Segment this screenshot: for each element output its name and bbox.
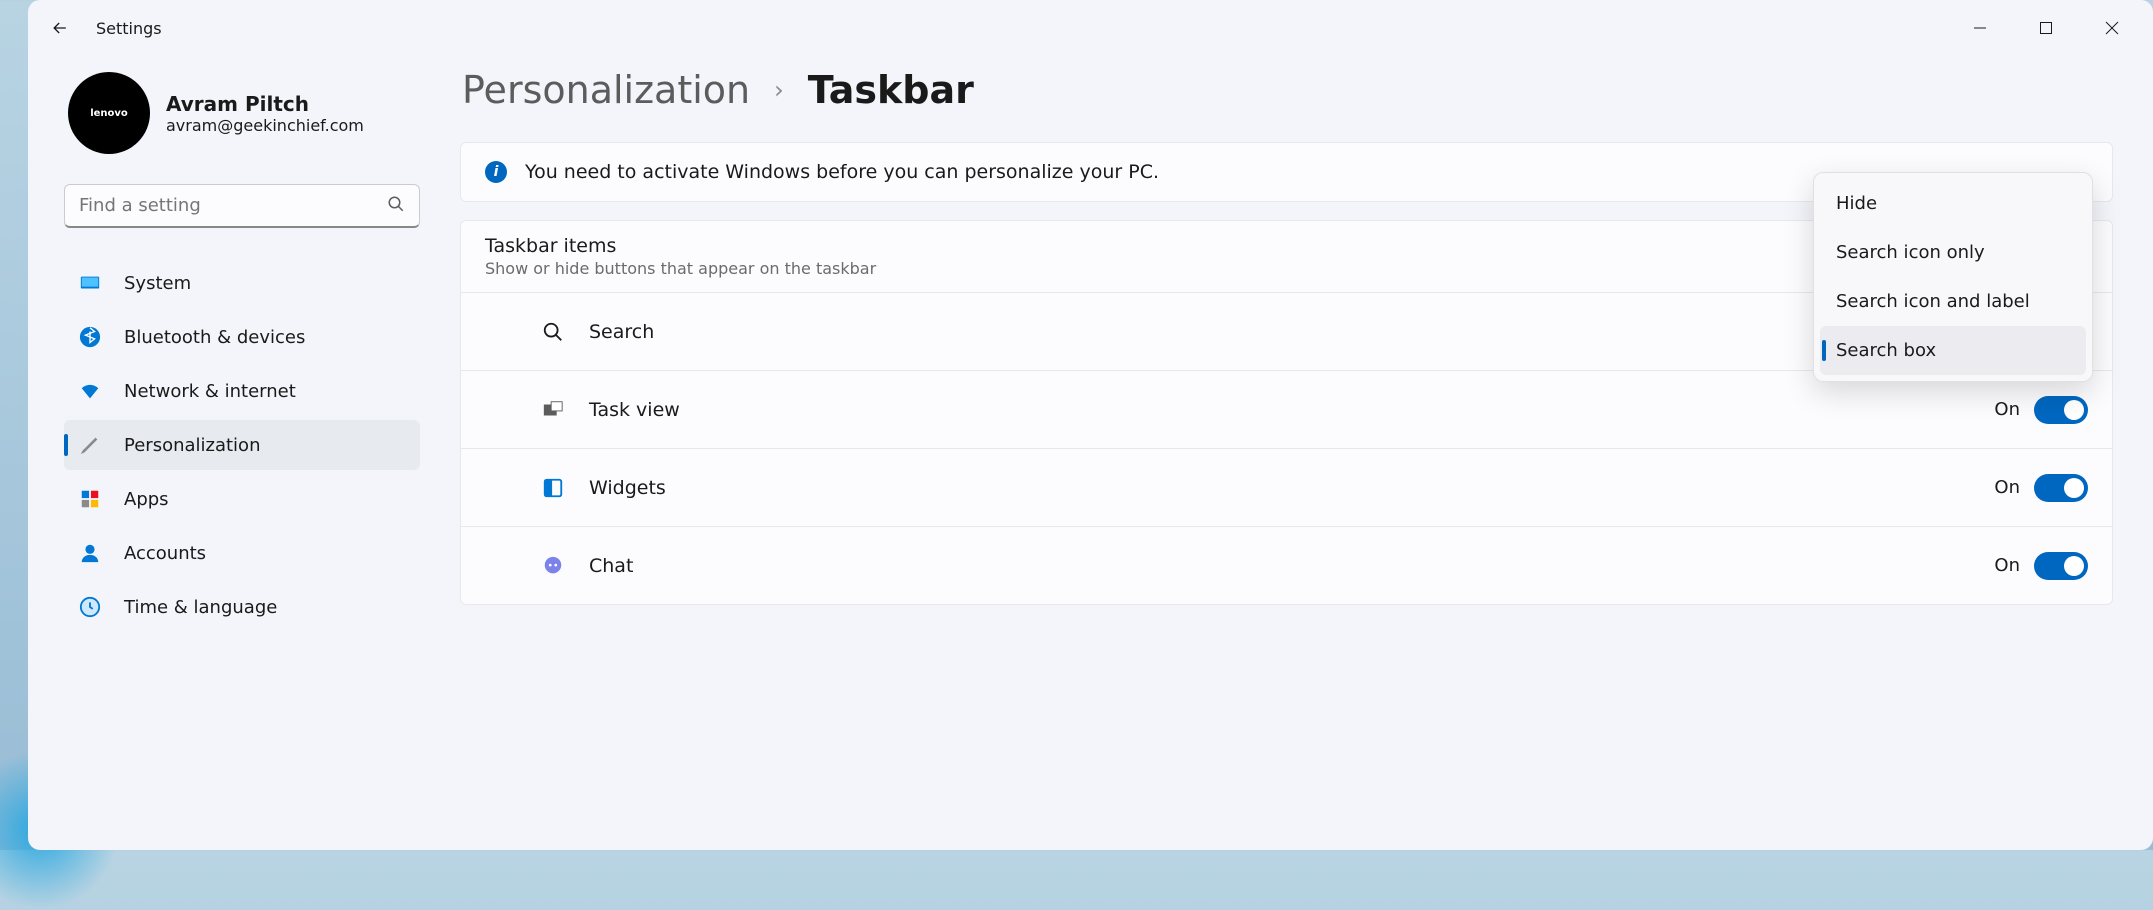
sidebar-item-label: Personalization [124,435,260,456]
sidebar-item-accounts[interactable]: Accounts [64,528,420,578]
row-label: Chat [589,555,1994,577]
sidebar-item-network[interactable]: Network & internet [64,366,420,416]
dropdown-option-hide[interactable]: Hide [1820,179,2086,228]
user-profile[interactable]: lenovo Avram Piltch avram@geekinchief.co… [64,72,420,154]
nav-list: System Bluetooth & devices Network & int… [64,258,420,632]
search-dropdown: Hide Search icon only Search icon and la… [1813,172,2093,382]
sidebar-item-system[interactable]: System [64,258,420,308]
user-name: Avram Piltch [166,92,364,116]
breadcrumb: Personalization › Taskbar [460,68,2113,112]
widgets-toggle[interactable] [2034,474,2088,502]
chat-toggle[interactable] [2034,552,2088,580]
taskview-toggle[interactable] [2034,396,2088,424]
sidebar-item-bluetooth[interactable]: Bluetooth & devices [64,312,420,362]
info-icon: i [485,161,507,183]
sidebar-item-label: Bluetooth & devices [124,327,305,348]
sidebar-item-label: Time & language [124,597,277,618]
user-email: avram@geekinchief.com [166,116,364,135]
sidebar-item-personalization[interactable]: Personalization [64,420,420,470]
dropdown-option-box[interactable]: Search box [1820,326,2086,375]
breadcrumb-parent[interactable]: Personalization [462,68,750,112]
dropdown-option-icon-only[interactable]: Search icon only [1820,228,2086,277]
settings-window: Settings lenovo Avram Piltch avram@geeki… [28,0,2153,850]
dropdown-option-icon-label[interactable]: Search icon and label [1820,277,2086,326]
toggle-state: On [1994,399,2020,420]
breadcrumb-current: Taskbar [808,68,974,112]
person-icon [78,541,102,565]
search-field[interactable] [79,195,387,216]
chat-icon [539,555,567,577]
row-label: Widgets [589,477,1994,499]
minimize-button[interactable] [1947,7,2013,49]
wifi-icon [78,379,102,403]
sidebar-item-apps[interactable]: Apps [64,474,420,524]
back-button[interactable] [36,4,84,52]
maximize-button[interactable] [2013,7,2079,49]
chevron-right-icon: › [774,76,784,104]
row-label: Task view [589,399,1994,421]
toggle-state: On [1994,555,2020,576]
sidebar: lenovo Avram Piltch avram@geekinchief.co… [28,56,428,850]
row-chat: Chat On [461,526,2112,604]
sidebar-item-time[interactable]: Time & language [64,582,420,632]
sidebar-item-label: System [124,273,191,294]
window-title: Settings [96,19,162,38]
search-icon [539,321,567,343]
search-input[interactable] [64,184,420,228]
widgets-icon [539,477,567,499]
sidebar-item-label: Accounts [124,543,206,564]
row-widgets: Widgets On [461,448,2112,526]
search-icon [387,195,405,217]
sidebar-item-label: Network & internet [124,381,296,402]
brush-icon [78,433,102,457]
toggle-state: On [1994,477,2020,498]
clock-icon [78,595,102,619]
system-icon [78,271,102,295]
titlebar: Settings [28,0,2153,56]
sidebar-item-label: Apps [124,489,169,510]
apps-icon [78,487,102,511]
taskview-icon [539,399,567,421]
avatar: lenovo [68,72,150,154]
banner-text: You need to activate Windows before you … [525,161,1159,183]
bluetooth-icon [78,325,102,349]
close-button[interactable] [2079,7,2145,49]
